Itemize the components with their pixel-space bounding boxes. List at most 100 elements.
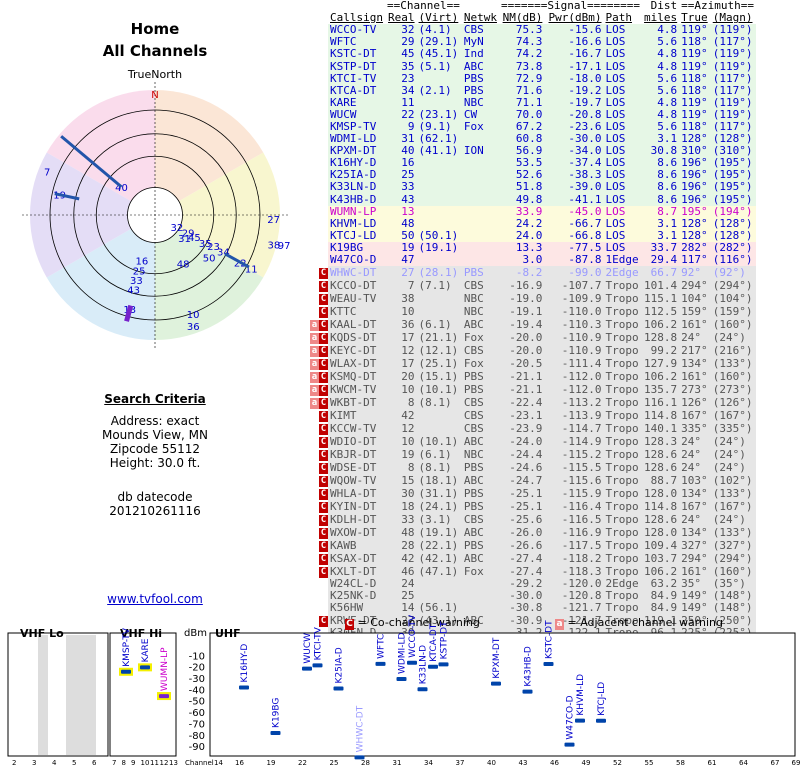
table-row[interactable]: KHVM-LD 48 24.2 -66.7 LOS 3.1 128° (128°)	[310, 217, 757, 230]
azimuth-true: 24°	[679, 513, 711, 527]
warning-cell: aC	[310, 331, 328, 345]
path: Tropo	[603, 448, 643, 462]
table-row[interactable]: C KIMT 42 CBS -23.1 -113.9 Tropo 114.8 167° (167°…	[310, 409, 757, 423]
warning-cell	[310, 242, 328, 254]
noise-margin: -19.1	[498, 305, 545, 319]
network: ION	[461, 145, 499, 158]
virtual-channel: (2.1)	[416, 84, 462, 97]
table-row[interactable]: C KAWB 28 (22.1) PBS -26.6 -117.5 Tropo 109.4 327…	[310, 539, 757, 553]
table-row[interactable]: KTCI-TV 23 PBS 72.9 -18.0 LOS 5.6 118° (117°)	[310, 72, 757, 85]
azimuth-true: 134°	[679, 487, 711, 501]
table-row[interactable]: KSTP-DT 35 (5.1) ABC 73.8 -17.1 LOS 4.8 119° (119…	[310, 60, 757, 73]
table-row[interactable]: a C KWCM-TV 10 (10.1) PBS -21.1 -112.0 Tropo 135.…	[310, 383, 757, 397]
callsign: KSAX-DT	[328, 552, 385, 566]
station-label: K25IA-D	[335, 647, 345, 683]
azimuth-magn: (216°)	[710, 344, 757, 358]
x-tick-label: 25	[330, 759, 339, 767]
table-row[interactable]: KTCA-DT 34 (2.1) PBS 71.6 -19.2 LOS 5.6 118° (117…	[310, 84, 757, 97]
tvfool-link[interactable]: www.tvfool.com	[0, 592, 310, 606]
azimuth-true: 167°	[679, 409, 711, 423]
table-row[interactable]: KSTC-DT 45 (45.1) Ind 74.2 -16.7 LOS 4.8 119° (11…	[310, 48, 757, 61]
virtual-channel: (3.1)	[416, 513, 462, 527]
azimuth-true: 119°	[679, 60, 711, 73]
virtual-channel	[416, 72, 462, 85]
virtual-channel	[416, 217, 462, 230]
table-row[interactable]: K43HB-D 43 49.8 -41.1 LOS 8.6 196° (195°)	[310, 193, 757, 206]
azimuth-true: 167°	[679, 500, 711, 514]
table-row[interactable]: a C WLAX-DT 17 (25.1) Fox -20.5 -111.4 Tropo 127.…	[310, 357, 757, 371]
network	[461, 157, 499, 170]
station-table: ==Channel== =======Signal======== Dist =…	[310, 0, 757, 666]
network	[461, 253, 499, 267]
table-row[interactable]: C WDSE-DT 8 (8.1) PBS -24.6 -115.5 Tropo 128.6 24…	[310, 461, 757, 475]
table-row[interactable]: C KSAX-DT 42 (42.1) ABC -27.4 -118.2 Tropo 103.7…	[310, 552, 757, 566]
adjacent-warning-icon: a	[310, 359, 319, 371]
real-channel: 23	[384, 72, 417, 85]
path: Tropo	[603, 526, 643, 540]
table-row[interactable]: C WHLA-DT 30 (31.1) PBS -25.1 -115.9 Tropo 128.0…	[310, 487, 757, 501]
real-channel: 42	[384, 409, 417, 423]
warning-cell: aC	[310, 370, 328, 384]
table-row[interactable]: C KTTC 10 NBC -19.1 -110.0 Tropo 112.5 159° (159°…	[310, 305, 757, 319]
co-channel-warning-icon: C	[319, 398, 328, 410]
table-row[interactable]: W47CO-D 47 3.0 -87.8 1Edge 29.4 117° (116°)	[310, 253, 757, 267]
station-label: WUCW	[303, 633, 313, 664]
distance: 115.1	[642, 291, 680, 306]
table-row[interactable]: C KCCO-DT 7 (7.1) CBS -16.9 -107.7 Tropo 101.4 29…	[310, 279, 757, 293]
table-row[interactable]: C KYIN-DT 18 (24.1) PBS -25.1 -116.4 Tropo 114.8…	[310, 500, 757, 514]
azimuth-true: 161°	[679, 370, 711, 384]
warning-cell: C	[310, 552, 328, 566]
power-dbm: -110.9	[544, 344, 604, 358]
path: Tropo	[603, 461, 643, 475]
table-row[interactable]: a C KAAL-DT 36 (6.1) ABC -19.4 -110.3 Tropo 106.2…	[310, 318, 757, 332]
warning-cell: C	[310, 448, 328, 462]
power-dbm: -19.2	[544, 84, 604, 97]
path: Tropo	[603, 565, 643, 579]
azimuth-true: 335°	[679, 422, 711, 436]
table-row[interactable]: a C KSMQ-DT 20 (15.1) PBS -21.1 -112.0 Tropo 106.…	[310, 370, 757, 384]
table-row[interactable]: K56HW 14 (56.1) -30.8 -121.7 Tropo 84.9 149° (14…	[310, 602, 757, 615]
signal-marker	[270, 730, 281, 735]
table-row[interactable]: C KDLH-DT 33 (3.1) CBS -25.6 -116.5 Tropo 128.6 2…	[310, 513, 757, 527]
table-row[interactable]: C KXLT-DT 46 (47.1) Fox -27.4 -118.3 Tropo 106.2…	[310, 565, 757, 579]
warning-cell	[310, 194, 328, 206]
power-dbm: -112.0	[544, 370, 604, 384]
path: Tropo	[603, 305, 643, 319]
real-channel: 35	[384, 60, 417, 73]
table-row[interactable]: WUMN-LP 13 33.9 -45.0 LOS 8.7 195° (194°)	[310, 205, 757, 218]
path: Tropo	[603, 279, 643, 293]
callsign: WKBT-DT	[328, 396, 385, 410]
noise-margin: -24.4	[498, 448, 545, 462]
table-row[interactable]: C WEAU-TV 38 NBC -19.0 -109.9 Tropo 115.1 104° (1…	[310, 291, 757, 306]
azimuth-magn: (133°)	[710, 526, 757, 540]
network	[461, 578, 499, 591]
y-tick-label: -10	[189, 651, 205, 662]
distance: 3.1	[642, 217, 680, 230]
x-tick-label: 16	[235, 759, 244, 767]
table-row[interactable]: a C KEYC-DT 12 (12.1) CBS -20.0 -110.9 Tropo 99.2…	[310, 344, 757, 358]
table-row[interactable]: K33LN-D 33 51.8 -39.0 LOS 8.6 196° (195°)	[310, 181, 757, 194]
table-row[interactable]: C WHWC-DT 27 (28.1) PBS -8.2 -99.0 2Edge 66.7 92°…	[310, 266, 757, 280]
real-channel: 19	[384, 448, 417, 462]
station-label: WDMI-LD	[398, 633, 408, 675]
x-axis-label: Channel	[185, 759, 214, 767]
path: Tropo	[603, 383, 643, 397]
callsign: KSTP-DT	[328, 60, 385, 73]
warning-cell: C	[310, 279, 328, 293]
table-row[interactable]: a C KQDS-DT 17 (21.1) Fox -20.0 -110.9 Tropo 128.…	[310, 331, 757, 345]
azimuth-true: 149°	[679, 602, 711, 615]
power-dbm: -41.1	[544, 193, 604, 206]
table-row[interactable]: C WDIO-DT 10 (10.1) ABC -24.0 -114.9 Tropo 128.3…	[310, 435, 757, 449]
table-row[interactable]: C WQOW-TV 15 (18.1) ABC -24.7 -115.6 Tropo 88.7 1…	[310, 474, 757, 488]
real-channel: 10	[384, 383, 417, 397]
network: CBS	[461, 513, 499, 527]
network: Ind	[461, 48, 499, 61]
co-channel-warning-icon: C	[319, 320, 328, 332]
table-row[interactable]: C WXOW-DT 48 (19.1) ABC -26.0 -116.9 Tropo 128.0…	[310, 526, 757, 540]
table-row[interactable]: C KBJR-DT 19 (6.1) NBC -24.4 -115.2 Tropo 128.6 2…	[310, 448, 757, 462]
noise-margin: -26.6	[498, 539, 545, 553]
callsign: KBJR-DT	[328, 448, 385, 462]
table-row[interactable]: a C WKBT-DT 8 (8.1) CBS -22.4 -113.2 Tropo 116.1 1…	[310, 396, 757, 410]
azimuth-true: 159°	[679, 305, 711, 319]
table-row[interactable]: C KCCW-TV 12 CBS -23.9 -114.7 Tropo 140.1 335° (3…	[310, 422, 757, 436]
